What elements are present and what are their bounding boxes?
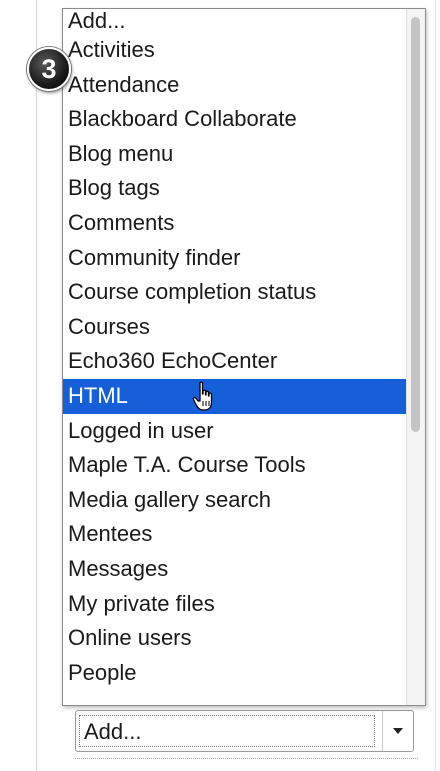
option-mentees[interactable]: Mentees: [63, 517, 406, 552]
option-media-gallery-search[interactable]: Media gallery search: [63, 483, 406, 518]
option-blog-menu[interactable]: Blog menu: [63, 137, 406, 172]
option-activities[interactable]: Activities: [63, 33, 406, 68]
option-attendance[interactable]: Attendance: [63, 68, 406, 103]
hand-pointer-icon: [192, 381, 220, 413]
step-number-badge: 3: [27, 47, 71, 91]
option-people[interactable]: People: [63, 656, 406, 691]
option-html-selected[interactable]: HTML: [63, 378, 406, 414]
option-courses[interactable]: Courses: [63, 310, 406, 345]
dotted-divider: [75, 758, 418, 760]
option-my-private-files[interactable]: My private files: [63, 587, 406, 622]
option-community-finder[interactable]: Community finder: [63, 241, 406, 276]
option-add[interactable]: Add...: [63, 9, 406, 33]
select-current-value: Add...: [84, 719, 142, 744]
option-messages[interactable]: Messages: [63, 552, 406, 587]
option-maple-ta-course-tools[interactable]: Maple T.A. Course Tools: [63, 448, 406, 483]
dropdown-options: Add... Activities Attendance Blackboard …: [63, 9, 406, 690]
option-course-completion-status[interactable]: Course completion status: [63, 275, 406, 310]
option-echo360-echocenter[interactable]: Echo360 EchoCenter: [63, 344, 406, 379]
add-block-select[interactable]: Add...: [75, 710, 414, 752]
page-edge-left: [36, 0, 37, 771]
add-block-dropdown-list[interactable]: Add... Activities Attendance Blackboard …: [62, 8, 426, 706]
dropdown-scrollbar[interactable]: [406, 9, 425, 705]
option-blackboard-collaborate[interactable]: Blackboard Collaborate: [63, 102, 406, 137]
scrollbar-thumb[interactable]: [411, 17, 420, 432]
option-logged-in-user[interactable]: Logged in user: [63, 414, 406, 449]
chevron-down-icon[interactable]: [382, 711, 413, 751]
block-add-stage: 3 Add... Activities Attendance Blackboar…: [0, 0, 440, 771]
option-online-users[interactable]: Online users: [63, 621, 406, 656]
page-edge-right: [435, 0, 436, 771]
option-blog-tags[interactable]: Blog tags: [63, 171, 406, 206]
option-comments[interactable]: Comments: [63, 206, 406, 241]
